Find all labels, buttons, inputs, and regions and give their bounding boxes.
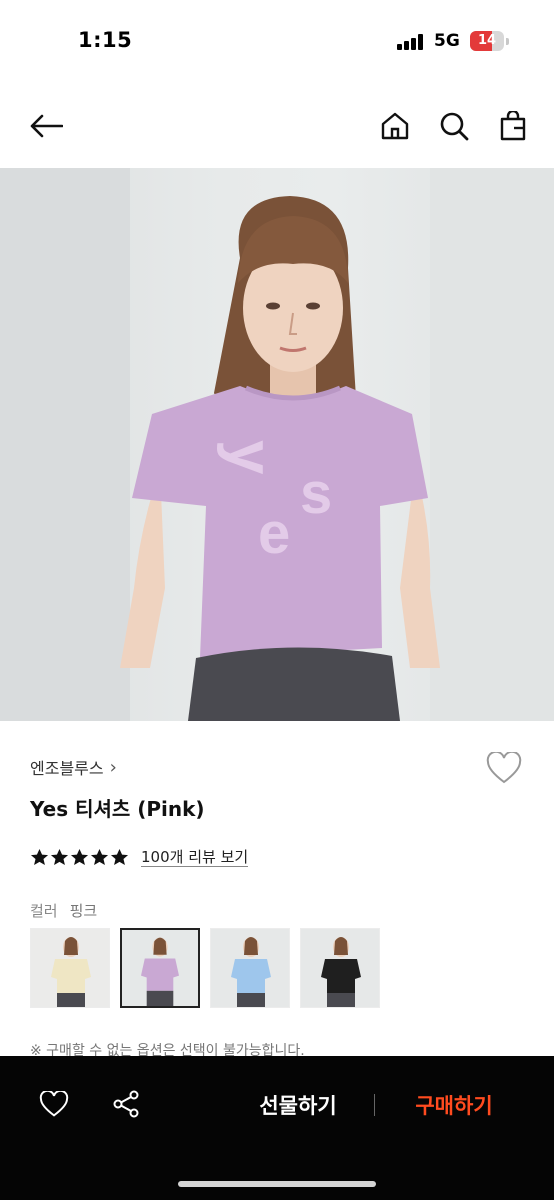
model-photo: y e s bbox=[0, 168, 554, 721]
bottom-action-bar bbox=[0, 1056, 554, 1200]
top-nav bbox=[0, 84, 554, 168]
action-divider bbox=[374, 1094, 375, 1116]
rating-row: 100개 리뷰 보기 bbox=[30, 848, 249, 867]
wishlist-heart-icon[interactable] bbox=[486, 750, 526, 788]
shopping-bag-icon[interactable] bbox=[493, 106, 533, 146]
color-option-label: 컬러 핑크 bbox=[30, 900, 97, 921]
chevron-right-icon: › bbox=[109, 756, 117, 778]
brand-link[interactable]: 엔조블루스 › bbox=[30, 755, 117, 779]
star-icon bbox=[110, 848, 129, 866]
shirt-print-y: y bbox=[216, 440, 285, 475]
shirt-print-e: e bbox=[258, 501, 290, 566]
gift-button[interactable]: 선물하기 bbox=[238, 1090, 358, 1120]
swatch-black[interactable] bbox=[300, 928, 380, 1008]
heart-icon[interactable] bbox=[34, 1084, 74, 1124]
status-bar: 1:15 5G 14 bbox=[0, 0, 554, 84]
star-icon bbox=[90, 848, 109, 866]
review-link[interactable]: 100개 리뷰 보기 bbox=[141, 848, 249, 867]
back-arrow-icon[interactable] bbox=[26, 106, 66, 146]
share-icon[interactable] bbox=[106, 1084, 146, 1124]
swatch-pink[interactable] bbox=[120, 928, 200, 1008]
product-title: Yes 티셔츠 (Pink) bbox=[30, 797, 205, 821]
color-swatches bbox=[30, 928, 380, 1008]
star-icon bbox=[50, 848, 69, 866]
home-indicator[interactable] bbox=[178, 1181, 376, 1187]
shirt-print-s: s bbox=[300, 461, 332, 526]
battery-tip bbox=[506, 38, 509, 45]
product-image[interactable]: y e s bbox=[0, 168, 554, 721]
search-icon[interactable] bbox=[434, 106, 474, 146]
star-icon bbox=[30, 848, 49, 866]
color-label: 컬러 bbox=[30, 902, 58, 920]
brand-name: 엔조블루스 bbox=[30, 759, 104, 778]
network-type: 5G bbox=[434, 31, 460, 51]
battery-level: 14 bbox=[477, 33, 497, 48]
swatch-blue[interactable] bbox=[210, 928, 290, 1008]
status-time: 1:15 bbox=[78, 28, 133, 52]
home-icon[interactable] bbox=[375, 106, 415, 146]
buy-button[interactable]: 구매하기 bbox=[392, 1090, 516, 1120]
star-icon bbox=[70, 848, 89, 866]
swatch-cream[interactable] bbox=[30, 928, 110, 1008]
battery-icon: 14 bbox=[470, 31, 504, 51]
signal-icon bbox=[397, 34, 427, 50]
color-value: 핑크 bbox=[69, 902, 98, 920]
star-rating bbox=[30, 848, 129, 867]
